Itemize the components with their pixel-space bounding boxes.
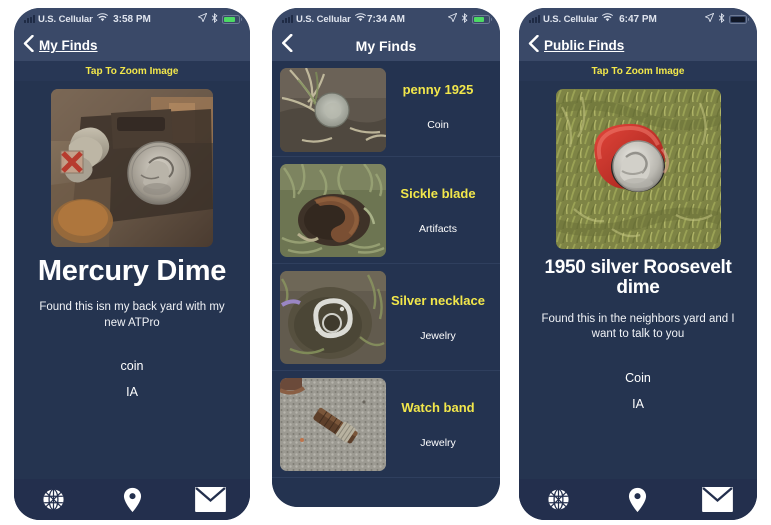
back-button-label: My Finds <box>39 38 98 53</box>
chevron-left-icon <box>23 34 34 57</box>
find-photo-roosevelt-dime[interactable] <box>555 89 721 249</box>
finds-list[interactable]: penny 1925 Coin Sickle blade Artifacts S… <box>272 61 500 507</box>
find-title: 1950 silver Roosevelt dime <box>544 257 732 298</box>
chevron-left-icon <box>281 33 293 57</box>
status-bar: U.S. Cellular 6:47 PM <box>519 8 757 30</box>
status-bar-left: U.S. Cellular <box>282 13 366 25</box>
find-category: coin <box>120 359 144 374</box>
find-photo-container <box>519 81 757 249</box>
find-location: IA <box>632 396 644 411</box>
battery-icon <box>222 14 242 24</box>
list-item-info: penny 1925 Coin <box>386 61 490 152</box>
find-photo-penny-1925[interactable] <box>280 68 386 152</box>
find-location: IA <box>126 385 138 400</box>
phone-screen-find-detail-roosevelt-dime: U.S. Cellular 6:47 PM Public Finds Tap T… <box>519 8 757 520</box>
location-arrow-icon <box>197 12 208 25</box>
tab-messages[interactable] <box>678 487 757 512</box>
tap-to-zoom-hint[interactable]: Tap To Zoom Image <box>14 61 250 81</box>
tab-messages[interactable] <box>171 487 250 512</box>
tab-map[interactable] <box>598 487 677 513</box>
find-photo-container <box>14 81 250 247</box>
battery-icon <box>729 14 749 24</box>
screenshot-root: U.S. Cellular 3:58 PM My Finds Tap To Zo… <box>0 0 771 525</box>
list-item-category: Artifacts <box>419 222 457 235</box>
back-button-my-finds[interactable]: My Finds <box>23 34 98 57</box>
tap-to-zoom-hint[interactable]: Tap To Zoom Image <box>519 61 757 81</box>
carrier-label: U.S. Cellular <box>38 13 93 25</box>
list-item-info: Silver necklace Jewelry <box>386 264 490 370</box>
chevron-left-icon <box>528 34 539 57</box>
status-bar-right <box>197 12 242 26</box>
map-pin-icon <box>628 487 647 513</box>
list-item-category: Jewelry <box>420 436 456 449</box>
phone-screen-my-finds-list: U.S. Cellular 7:34 AM My Finds penny 192… <box>272 8 500 507</box>
list-item-info: Watch band Jewelry <box>386 371 490 477</box>
bluetooth-icon <box>718 12 725 26</box>
globe-icon <box>547 488 570 511</box>
list-item-category: Jewelry <box>420 329 456 342</box>
carrier-label: U.S. Cellular <box>543 13 598 25</box>
wifi-icon <box>354 13 366 25</box>
signal-bars-icon <box>24 15 35 23</box>
status-bar-left: U.S. Cellular <box>24 13 108 25</box>
nav-bar: Public Finds <box>519 30 757 61</box>
back-button[interactable] <box>281 33 298 57</box>
back-button-label: Public Finds <box>544 38 625 53</box>
list-item-title: Watch band <box>401 399 475 415</box>
signal-bars-icon <box>529 15 540 23</box>
status-bar-right <box>704 12 749 26</box>
list-item-info: Sickle blade Artifacts <box>386 157 490 263</box>
status-bar-left: U.S. Cellular <box>529 13 613 25</box>
envelope-icon <box>701 487 733 512</box>
tab-public-finds[interactable] <box>519 488 598 511</box>
phone-screen-find-detail-mercury-dime: U.S. Cellular 3:58 PM My Finds Tap To Zo… <box>14 8 250 520</box>
location-arrow-icon <box>704 12 715 25</box>
status-bar: U.S. Cellular 7:34 AM <box>272 8 500 30</box>
tab-bar <box>14 479 250 520</box>
list-item[interactable]: Silver necklace Jewelry <box>272 264 500 371</box>
map-pin-icon <box>123 487 142 513</box>
find-photo-watch-band[interactable] <box>280 377 386 471</box>
find-photo-mercury-dime[interactable] <box>51 89 213 247</box>
nav-bar: My Finds <box>14 30 250 61</box>
list-item-title: Sickle blade <box>400 185 476 201</box>
find-description: Found this isn my back yard with my new … <box>39 301 225 329</box>
tab-bar <box>519 479 757 520</box>
bluetooth-icon <box>461 12 468 26</box>
list-item-title: penny 1925 <box>402 82 474 97</box>
tab-public-finds[interactable] <box>14 488 93 511</box>
list-item[interactable]: Watch band Jewelry <box>272 371 500 478</box>
globe-icon <box>42 488 65 511</box>
envelope-icon <box>195 487 227 512</box>
list-item[interactable]: Sickle blade Artifacts <box>272 157 500 264</box>
find-photo-sickle-blade[interactable] <box>280 163 386 257</box>
tab-map[interactable] <box>93 487 172 513</box>
status-bar: U.S. Cellular 3:58 PM <box>14 8 250 30</box>
list-item-category: Coin <box>427 119 449 131</box>
nav-bar: My Finds <box>272 30 500 61</box>
find-category: Coin <box>625 370 651 385</box>
page-title: My Finds <box>355 37 417 54</box>
battery-icon <box>472 14 492 24</box>
find-photo-silver-necklace[interactable] <box>280 270 386 364</box>
find-title: Mercury Dime <box>37 255 227 287</box>
wifi-icon <box>96 13 108 25</box>
wifi-icon <box>601 13 613 25</box>
status-bar-right <box>447 12 492 26</box>
list-item[interactable]: penny 1925 Coin <box>272 61 500 157</box>
find-detail-body: Tap To Zoom Image <box>14 61 250 520</box>
back-button-public-finds[interactable]: Public Finds <box>528 34 625 57</box>
list-item-title: Silver necklace <box>391 292 485 308</box>
bluetooth-icon <box>211 12 218 26</box>
signal-bars-icon <box>282 15 293 23</box>
location-arrow-icon <box>447 12 458 25</box>
find-detail-body: Tap To Zoom Image <box>519 61 757 520</box>
find-description: Found this in the neighbors yard and I w… <box>541 312 735 341</box>
carrier-label: U.S. Cellular <box>296 13 351 25</box>
